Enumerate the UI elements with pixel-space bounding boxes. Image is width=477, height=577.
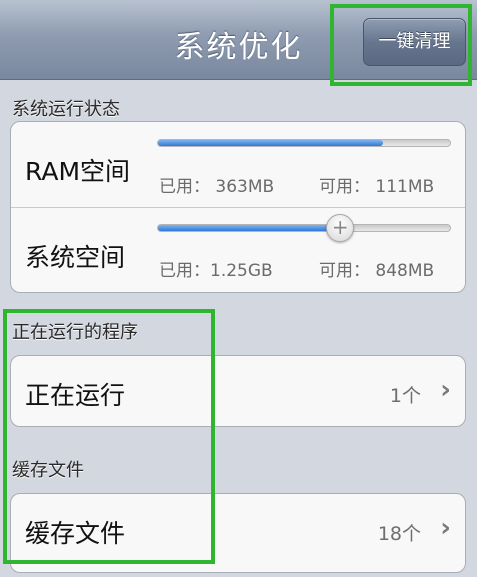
system-status-card: RAM空间 已用： 363MB 可用： 111MB 系统空间 + 已用：1.25… [10, 121, 466, 293]
ram-used: 已用： 363MB [159, 177, 275, 197]
ram-usage-bar [157, 139, 451, 147]
ram-row: RAM空间 已用： 363MB 可用： 111MB [11, 122, 465, 208]
storage-label: 系统空间 [25, 243, 126, 272]
storage-usage-bar: + [157, 214, 451, 242]
chevron-right-icon: › [440, 375, 451, 405]
running-count: 1个 [389, 385, 421, 407]
section-header-system-status: 系统运行状态 [12, 99, 120, 120]
ram-label: RAM空间 [25, 157, 131, 186]
slider-knob-icon[interactable]: + [326, 214, 355, 242]
storage-usage-fill [158, 225, 340, 231]
highlight-box-programs-cache [3, 309, 215, 564]
ram-free: 可用： 111MB [319, 177, 435, 197]
storage-used: 已用：1.25GB [159, 261, 273, 281]
chevron-right-icon: › [440, 513, 451, 543]
highlight-box-clean-button [330, 4, 472, 86]
cache-count: 18个 [377, 523, 421, 545]
storage-row: 系统空间 + 已用：1.25GB 可用： 848MB [11, 208, 465, 292]
ram-usage-fill [158, 140, 383, 146]
storage-free: 可用： 848MB [319, 261, 435, 281]
